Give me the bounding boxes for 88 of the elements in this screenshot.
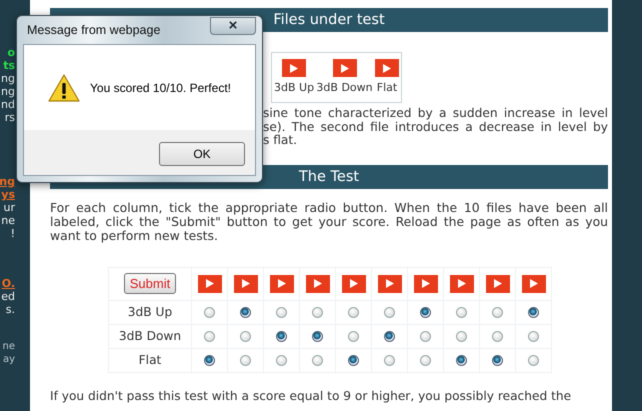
radio-button[interactable] xyxy=(348,355,359,366)
radio-button[interactable] xyxy=(492,331,503,342)
play-button[interactable] xyxy=(306,274,330,292)
play-button[interactable] xyxy=(342,274,366,292)
sidebar-text: ! xyxy=(10,227,15,240)
play-icon xyxy=(242,279,250,288)
play-icon xyxy=(494,279,502,288)
sidebar-text: nd xyxy=(1,98,15,111)
sidebar-text: ay xyxy=(2,354,15,366)
radio-button[interactable] xyxy=(204,307,215,318)
radio-button[interactable] xyxy=(420,331,431,342)
radio-button[interactable] xyxy=(384,355,395,366)
ok-button[interactable]: OK xyxy=(159,142,245,166)
play-button[interactable] xyxy=(378,274,402,292)
player-label: Flat xyxy=(376,81,398,94)
play-icon xyxy=(314,279,322,288)
play-button[interactable] xyxy=(374,59,399,77)
play-icon xyxy=(206,279,214,288)
sidebar-text: ed xyxy=(1,290,15,303)
radio-button[interactable] xyxy=(204,355,215,366)
play-button[interactable] xyxy=(522,274,546,292)
play-icon xyxy=(386,279,394,288)
description-text: sine tone characterized by a sudden increase in level xyxy=(263,107,608,120)
radio-button[interactable] xyxy=(240,331,251,342)
radio-button[interactable] xyxy=(492,307,503,318)
play-button[interactable] xyxy=(234,274,258,292)
play-icon xyxy=(340,64,349,72)
row-label: 3dB Up xyxy=(128,305,172,319)
play-button[interactable] xyxy=(486,274,510,292)
radio-button[interactable] xyxy=(456,307,467,318)
description-text: s flat. xyxy=(263,134,298,148)
play-icon xyxy=(290,64,298,72)
dialog-message: You scored 10/10. Perfect! xyxy=(90,80,231,94)
radio-button[interactable] xyxy=(528,355,539,366)
play-button[interactable] xyxy=(332,59,357,77)
submit-button[interactable]: Submit xyxy=(124,273,176,294)
play-icon xyxy=(458,279,466,288)
sidebar-text: ng xyxy=(1,72,15,85)
radio-button[interactable] xyxy=(276,331,287,342)
radio-button[interactable] xyxy=(456,355,467,366)
radio-button[interactable] xyxy=(204,331,215,342)
play-icon xyxy=(382,64,391,72)
play-icon xyxy=(278,279,286,288)
play-button[interactable] xyxy=(270,274,294,292)
sidebar-link[interactable]: ng xyxy=(0,175,15,188)
sidebar-text: ne xyxy=(1,214,15,227)
radio-button[interactable] xyxy=(240,307,251,318)
row-label: Flat xyxy=(138,353,162,367)
radio-button[interactable] xyxy=(348,307,359,318)
sidebar-text: ur xyxy=(4,201,15,214)
play-button[interactable] xyxy=(414,274,438,292)
radio-button[interactable] xyxy=(528,331,539,342)
radio-button[interactable] xyxy=(492,355,503,366)
radio-button[interactable] xyxy=(312,307,323,318)
sidebar-link[interactable]: O. xyxy=(2,277,15,290)
description-text: se). The second file introduces a decrease in level by xyxy=(263,120,608,134)
sidebar-text: rs xyxy=(4,111,15,124)
warning-icon xyxy=(48,74,80,102)
radio-button[interactable] xyxy=(528,307,539,318)
play-icon xyxy=(530,279,538,288)
play-button[interactable] xyxy=(450,274,474,292)
sidebar-text: o xyxy=(7,46,15,59)
radio-button[interactable] xyxy=(456,331,467,342)
row-label: 3dB Down xyxy=(118,329,182,343)
radio-button[interactable] xyxy=(240,355,251,366)
radio-button[interactable] xyxy=(312,355,323,366)
play-button[interactable] xyxy=(282,59,306,77)
player-label: 3dB Down xyxy=(316,81,373,94)
footer-text: If you didn't pass this test with a score equal to 9 or higher, you possibly reached the xyxy=(50,388,572,402)
instructions-text: For each column, tick the appropriate radio button. When the 10 files have been all labeled, click the "Submit" button to get your score. Reload the page as often as you want to perform new tests. xyxy=(50,200,608,242)
radio-button[interactable] xyxy=(276,307,287,318)
sidebar-text: ne xyxy=(2,341,15,354)
sidebar-text: ng xyxy=(1,85,15,98)
sidebar-link[interactable]: ys xyxy=(1,188,15,201)
close-button[interactable]: × xyxy=(210,17,256,35)
radio-button[interactable] xyxy=(420,355,431,366)
sidebar-text: s. xyxy=(6,303,15,316)
player-label: 3dB Up xyxy=(274,81,314,94)
radio-button[interactable] xyxy=(348,331,359,342)
radio-button[interactable] xyxy=(312,331,323,342)
radio-button[interactable] xyxy=(384,331,395,342)
radio-button[interactable] xyxy=(276,355,287,366)
play-button[interactable] xyxy=(198,274,222,292)
play-icon xyxy=(422,279,430,288)
radio-button[interactable] xyxy=(420,307,431,318)
radio-button[interactable] xyxy=(384,307,395,318)
sidebar-text: ts xyxy=(3,59,15,72)
play-icon xyxy=(350,279,358,288)
